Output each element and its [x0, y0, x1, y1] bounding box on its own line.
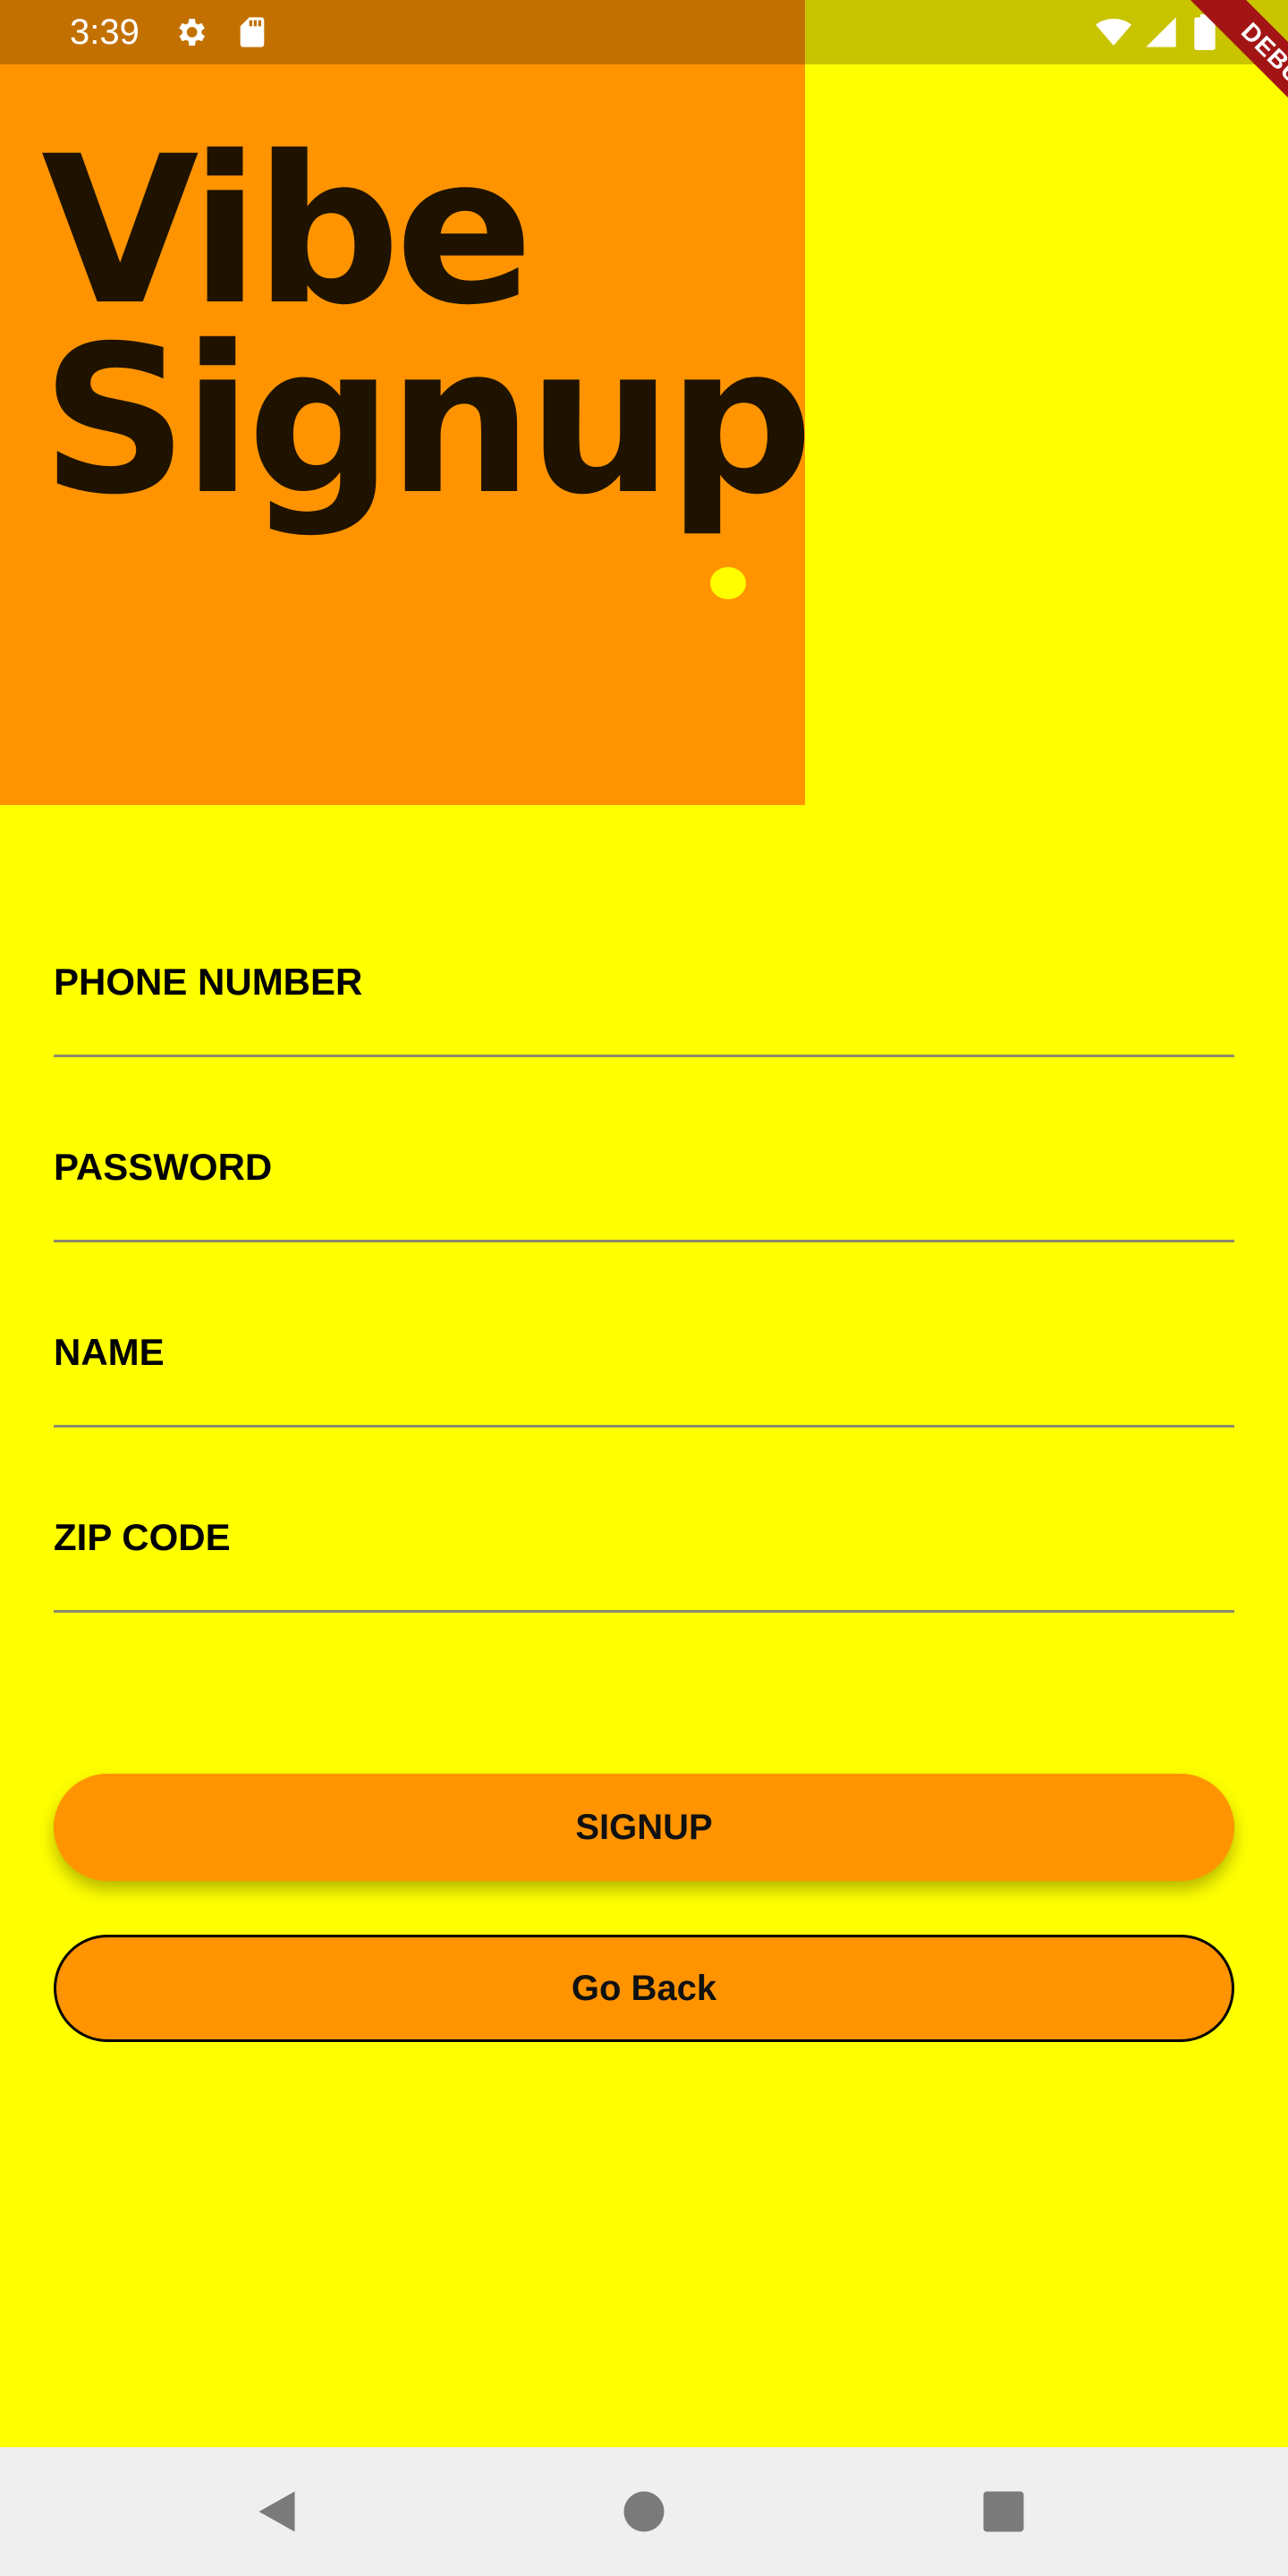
navigation-bar	[0, 2447, 1288, 2576]
zip-code-label: ZIP CODE	[54, 1516, 231, 1558]
name-field[interactable]: NAME	[54, 1249, 1234, 1428]
password-field[interactable]: PASSWORD	[54, 1063, 1234, 1242]
status-bar: 3:39	[0, 0, 1288, 64]
header-block: Vibe Signup	[0, 64, 813, 805]
title-dot	[710, 567, 746, 599]
name-label: NAME	[54, 1331, 165, 1373]
zip-code-field[interactable]: ZIP CODE	[54, 1434, 1234, 1613]
back-triangle-icon[interactable]	[252, 2485, 306, 2538]
password-underline	[54, 1240, 1234, 1242]
signup-button[interactable]: SIGNUP	[54, 1774, 1234, 1881]
phone-number-field[interactable]: PHONE NUMBER	[54, 878, 1234, 1057]
zip-code-underline	[54, 1610, 1234, 1613]
phone-number-label: PHONE NUMBER	[54, 961, 363, 1003]
gear-icon	[179, 19, 205, 46]
sd-card-icon	[240, 17, 265, 47]
title-line-1: Vibe	[41, 112, 533, 350]
debug-banner: DEBUG	[1109, 0, 1288, 179]
home-circle-icon[interactable]	[617, 2485, 671, 2538]
recents-square-icon[interactable]	[977, 2485, 1030, 2538]
go-back-button[interactable]: Go Back	[54, 1935, 1234, 2042]
status-time: 3:39	[70, 13, 140, 52]
name-underline	[54, 1425, 1234, 1428]
page-title: Vibe Signup	[41, 112, 813, 539]
password-label: PASSWORD	[54, 1146, 273, 1188]
phone-number-underline	[54, 1055, 1234, 1057]
debug-banner-label: DEBUG	[1170, 0, 1288, 170]
title-line-2: Signup	[41, 301, 813, 539]
